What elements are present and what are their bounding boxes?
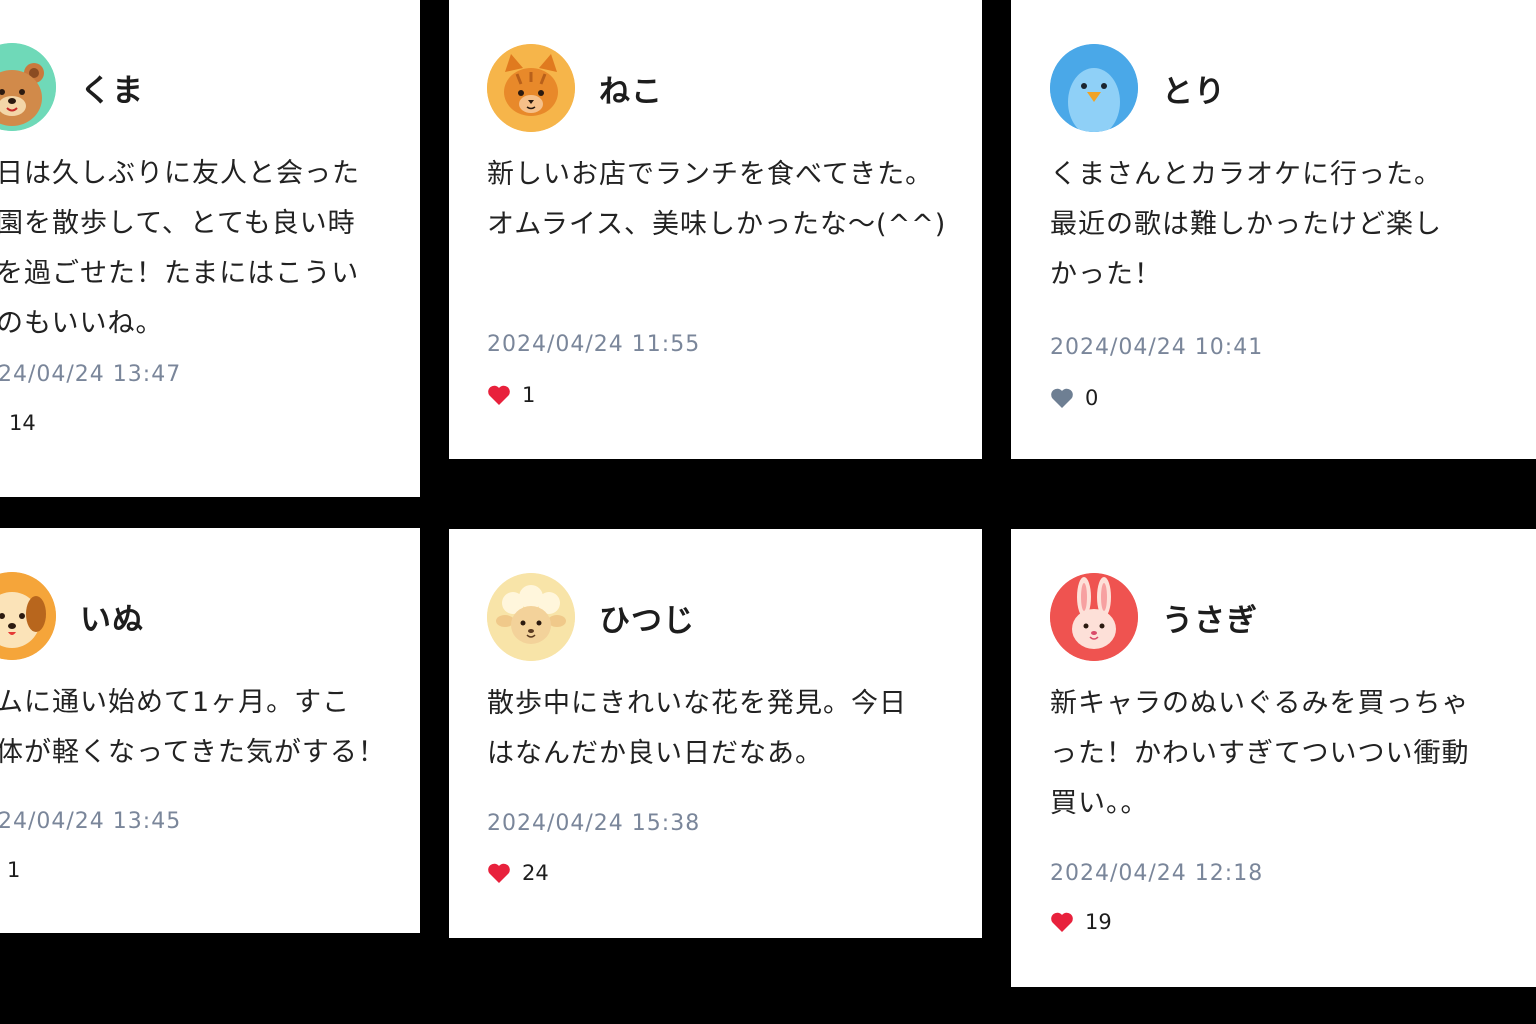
post-body-line: 新キャラのぬいぐるみを買っちゃ (1050, 688, 1470, 719)
post-body: ジムに通い始めて1ヶ月。すこ し体が軽くなってきた気がする！ (0, 678, 386, 778)
dog-icon[interactable] (0, 572, 56, 660)
heart-icon (488, 863, 510, 883)
like-button[interactable]: 1 (487, 383, 535, 407)
heart-icon (488, 385, 510, 405)
post-body-line: 最近の歌は難しかったけど楽し (1050, 209, 1442, 240)
post-username[interactable]: とり (1162, 66, 1226, 111)
like-count: 24 (522, 861, 549, 885)
post-body: くまさんとカラオケに行った。 最近の歌は難しかったけど楽し かった！ (1050, 150, 1442, 300)
post-username[interactable]: ひつじ (599, 595, 695, 640)
post-body-line: かった！ (1050, 259, 1162, 290)
sheep-icon[interactable] (487, 573, 575, 661)
like-button[interactable]: 0 (1050, 386, 1098, 410)
post-username[interactable]: ねこ (599, 66, 663, 111)
post-card: うさぎ 新キャラのぬいぐるみを買っちゃ った！かわいすぎてついつい衝動 買い。。… (1011, 529, 1536, 987)
post-card: とり くまさんとカラオケに行った。 最近の歌は難しかったけど楽し かった！ 20… (1011, 0, 1536, 459)
like-count: 14 (9, 411, 36, 435)
bear-icon[interactable] (0, 43, 56, 131)
post-timestamp: 2024/04/24 15:38 (487, 811, 701, 836)
post-body-line: オムライス、美味しかったな〜(^^) (487, 209, 947, 240)
post-card: ねこ 新しいお店でランチを食べてきた。 オムライス、美味しかったな〜(^^) 2… (449, 0, 982, 459)
post-timestamp: 2024/04/24 12:18 (1050, 861, 1264, 886)
post-timestamp: 2024/04/24 13:45 (0, 809, 182, 834)
like-button[interactable]: 19 (1050, 910, 1112, 934)
post-body: 新しいお店でランチを食べてきた。 オムライス、美味しかったな〜(^^) (487, 150, 946, 250)
post-body-line: 今日は久しぶりに友人と会った (0, 158, 360, 189)
like-button[interactable]: 1 (0, 858, 20, 882)
post-body: 新キャラのぬいぐるみを買っちゃ った！かわいすぎてついつい衝動 買い。。 (1050, 679, 1469, 829)
post-body-line: 買い。。 (1050, 788, 1149, 819)
like-button[interactable]: 24 (487, 861, 549, 885)
post-body-line: 新しいお店でランチを食べてきた。 (487, 159, 934, 190)
post-body-line: 散歩中にきれいな花を発見。今日 (487, 688, 907, 719)
post-card: くま 今日は久しぶりに友人と会った 公園を散歩して、とても良い時 間を過ごせた！… (0, 0, 420, 497)
cat-icon[interactable] (487, 44, 575, 132)
post-body-line: うのもいいね。 (0, 308, 164, 339)
post-timestamp: 2024/04/24 11:55 (487, 332, 701, 357)
post-body-line: 間を過ごせた！たまにはこうい (0, 258, 360, 289)
like-button[interactable]: 14 (0, 411, 36, 435)
post-body-line: くまさんとカラオケに行った。 (1050, 159, 1442, 190)
heart-icon (1051, 388, 1073, 408)
like-count: 1 (7, 858, 21, 882)
post-timestamp: 2024/04/24 10:41 (1050, 335, 1264, 360)
post-body: 散歩中にきれいな花を発見。今日 はなんだか良い日だなあ。 (487, 679, 907, 779)
bird-icon[interactable] (1050, 44, 1138, 132)
post-body-line: し体が軽くなってきた気がする！ (0, 737, 386, 768)
post-body-line: はなんだか良い日だなあ。 (487, 738, 823, 769)
post-body-line: ジムに通い始めて1ヶ月。すこ (0, 687, 351, 718)
post-username[interactable]: うさぎ (1162, 595, 1258, 640)
rabbit-icon[interactable] (1050, 573, 1138, 661)
post-body-line: った！かわいすぎてついつい衝動 (1050, 738, 1470, 769)
post-username[interactable]: いぬ (80, 594, 144, 639)
post-body-line: 公園を散歩して、とても良い時 (0, 208, 356, 239)
like-count: 19 (1085, 910, 1112, 934)
post-timestamp: 2024/04/24 13:47 (0, 362, 182, 387)
post-username[interactable]: くま (80, 65, 144, 110)
like-count: 0 (1085, 386, 1099, 410)
like-count: 1 (522, 383, 536, 407)
post-card: ひつじ 散歩中にきれいな花を発見。今日 はなんだか良い日だなあ。 2024/04… (449, 529, 982, 938)
post-card: いぬ ジムに通い始めて1ヶ月。すこ し体が軽くなってきた気がする！ 2024/0… (0, 528, 420, 933)
post-body: 今日は久しぶりに友人と会った 公園を散歩して、とても良い時 間を過ごせた！たまに… (0, 149, 360, 349)
heart-icon (1051, 912, 1073, 932)
